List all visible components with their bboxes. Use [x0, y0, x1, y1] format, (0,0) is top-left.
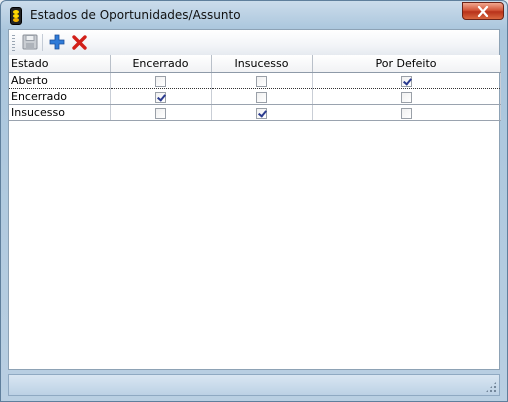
- cell-encerrado: [110, 72, 212, 89]
- encerrado-checkbox[interactable]: [155, 75, 166, 87]
- window: Estados de Oportunidades/Assunto Estado …: [0, 0, 508, 402]
- cell-insucesso: [211, 88, 313, 105]
- insucesso-checkbox[interactable]: [256, 107, 267, 119]
- cell-por-defeito: [312, 88, 501, 105]
- column-header-insucesso[interactable]: Insucesso: [211, 55, 313, 73]
- encerrado-checkbox[interactable]: [155, 107, 166, 119]
- cell-estado[interactable]: Insucesso: [9, 104, 111, 121]
- states-grid: Estado Encerrado Insucesso Por Defeito A…: [9, 55, 501, 121]
- content-area: Estado Encerrado Insucesso Por Defeito A…: [8, 29, 501, 370]
- table-row[interactable]: Insucesso: [9, 104, 501, 121]
- toolbar-separator: [42, 34, 43, 51]
- close-button[interactable]: [462, 2, 504, 20]
- column-header-encerrado[interactable]: Encerrado: [110, 55, 212, 73]
- save-button[interactable]: [21, 33, 39, 51]
- add-icon: [49, 34, 65, 50]
- cell-encerrado: [110, 88, 212, 105]
- title-bar[interactable]: Estados de Oportunidades/Assunto: [1, 1, 507, 29]
- table-row[interactable]: Encerrado: [9, 88, 501, 105]
- column-header-por-defeito[interactable]: Por Defeito: [312, 55, 501, 73]
- cell-insucesso: [211, 104, 313, 121]
- delete-button[interactable]: [71, 33, 89, 51]
- insucesso-checkbox[interactable]: [256, 75, 267, 87]
- cell-por-defeito: [312, 72, 501, 89]
- window-title: Estados de Oportunidades/Assunto: [30, 8, 241, 22]
- traffic-light-icon: [10, 7, 22, 25]
- save-icon: [22, 34, 38, 50]
- insucesso-checkbox[interactable]: [256, 91, 267, 103]
- cell-estado[interactable]: Aberto: [9, 72, 111, 89]
- por-defeito-checkbox[interactable]: [400, 75, 412, 87]
- cell-encerrado: [110, 104, 212, 121]
- status-bar: [8, 374, 500, 396]
- cell-insucesso: [211, 72, 313, 89]
- table-row[interactable]: Aberto: [9, 72, 501, 89]
- cell-estado[interactable]: Encerrado: [9, 88, 111, 105]
- encerrado-checkbox[interactable]: [155, 91, 166, 103]
- toolbar: [9, 30, 499, 56]
- delete-icon: [72, 35, 87, 50]
- cell-por-defeito: [312, 104, 501, 121]
- add-button[interactable]: [48, 33, 66, 51]
- grid-header-row: Estado Encerrado Insucesso Por Defeito: [9, 55, 501, 73]
- resize-grip[interactable]: [485, 381, 497, 393]
- toolbar-grip[interactable]: [12, 35, 15, 51]
- por-defeito-checkbox[interactable]: [400, 107, 412, 119]
- close-icon: [477, 6, 489, 17]
- por-defeito-checkbox[interactable]: [400, 91, 412, 103]
- column-header-estado[interactable]: Estado: [9, 55, 111, 73]
